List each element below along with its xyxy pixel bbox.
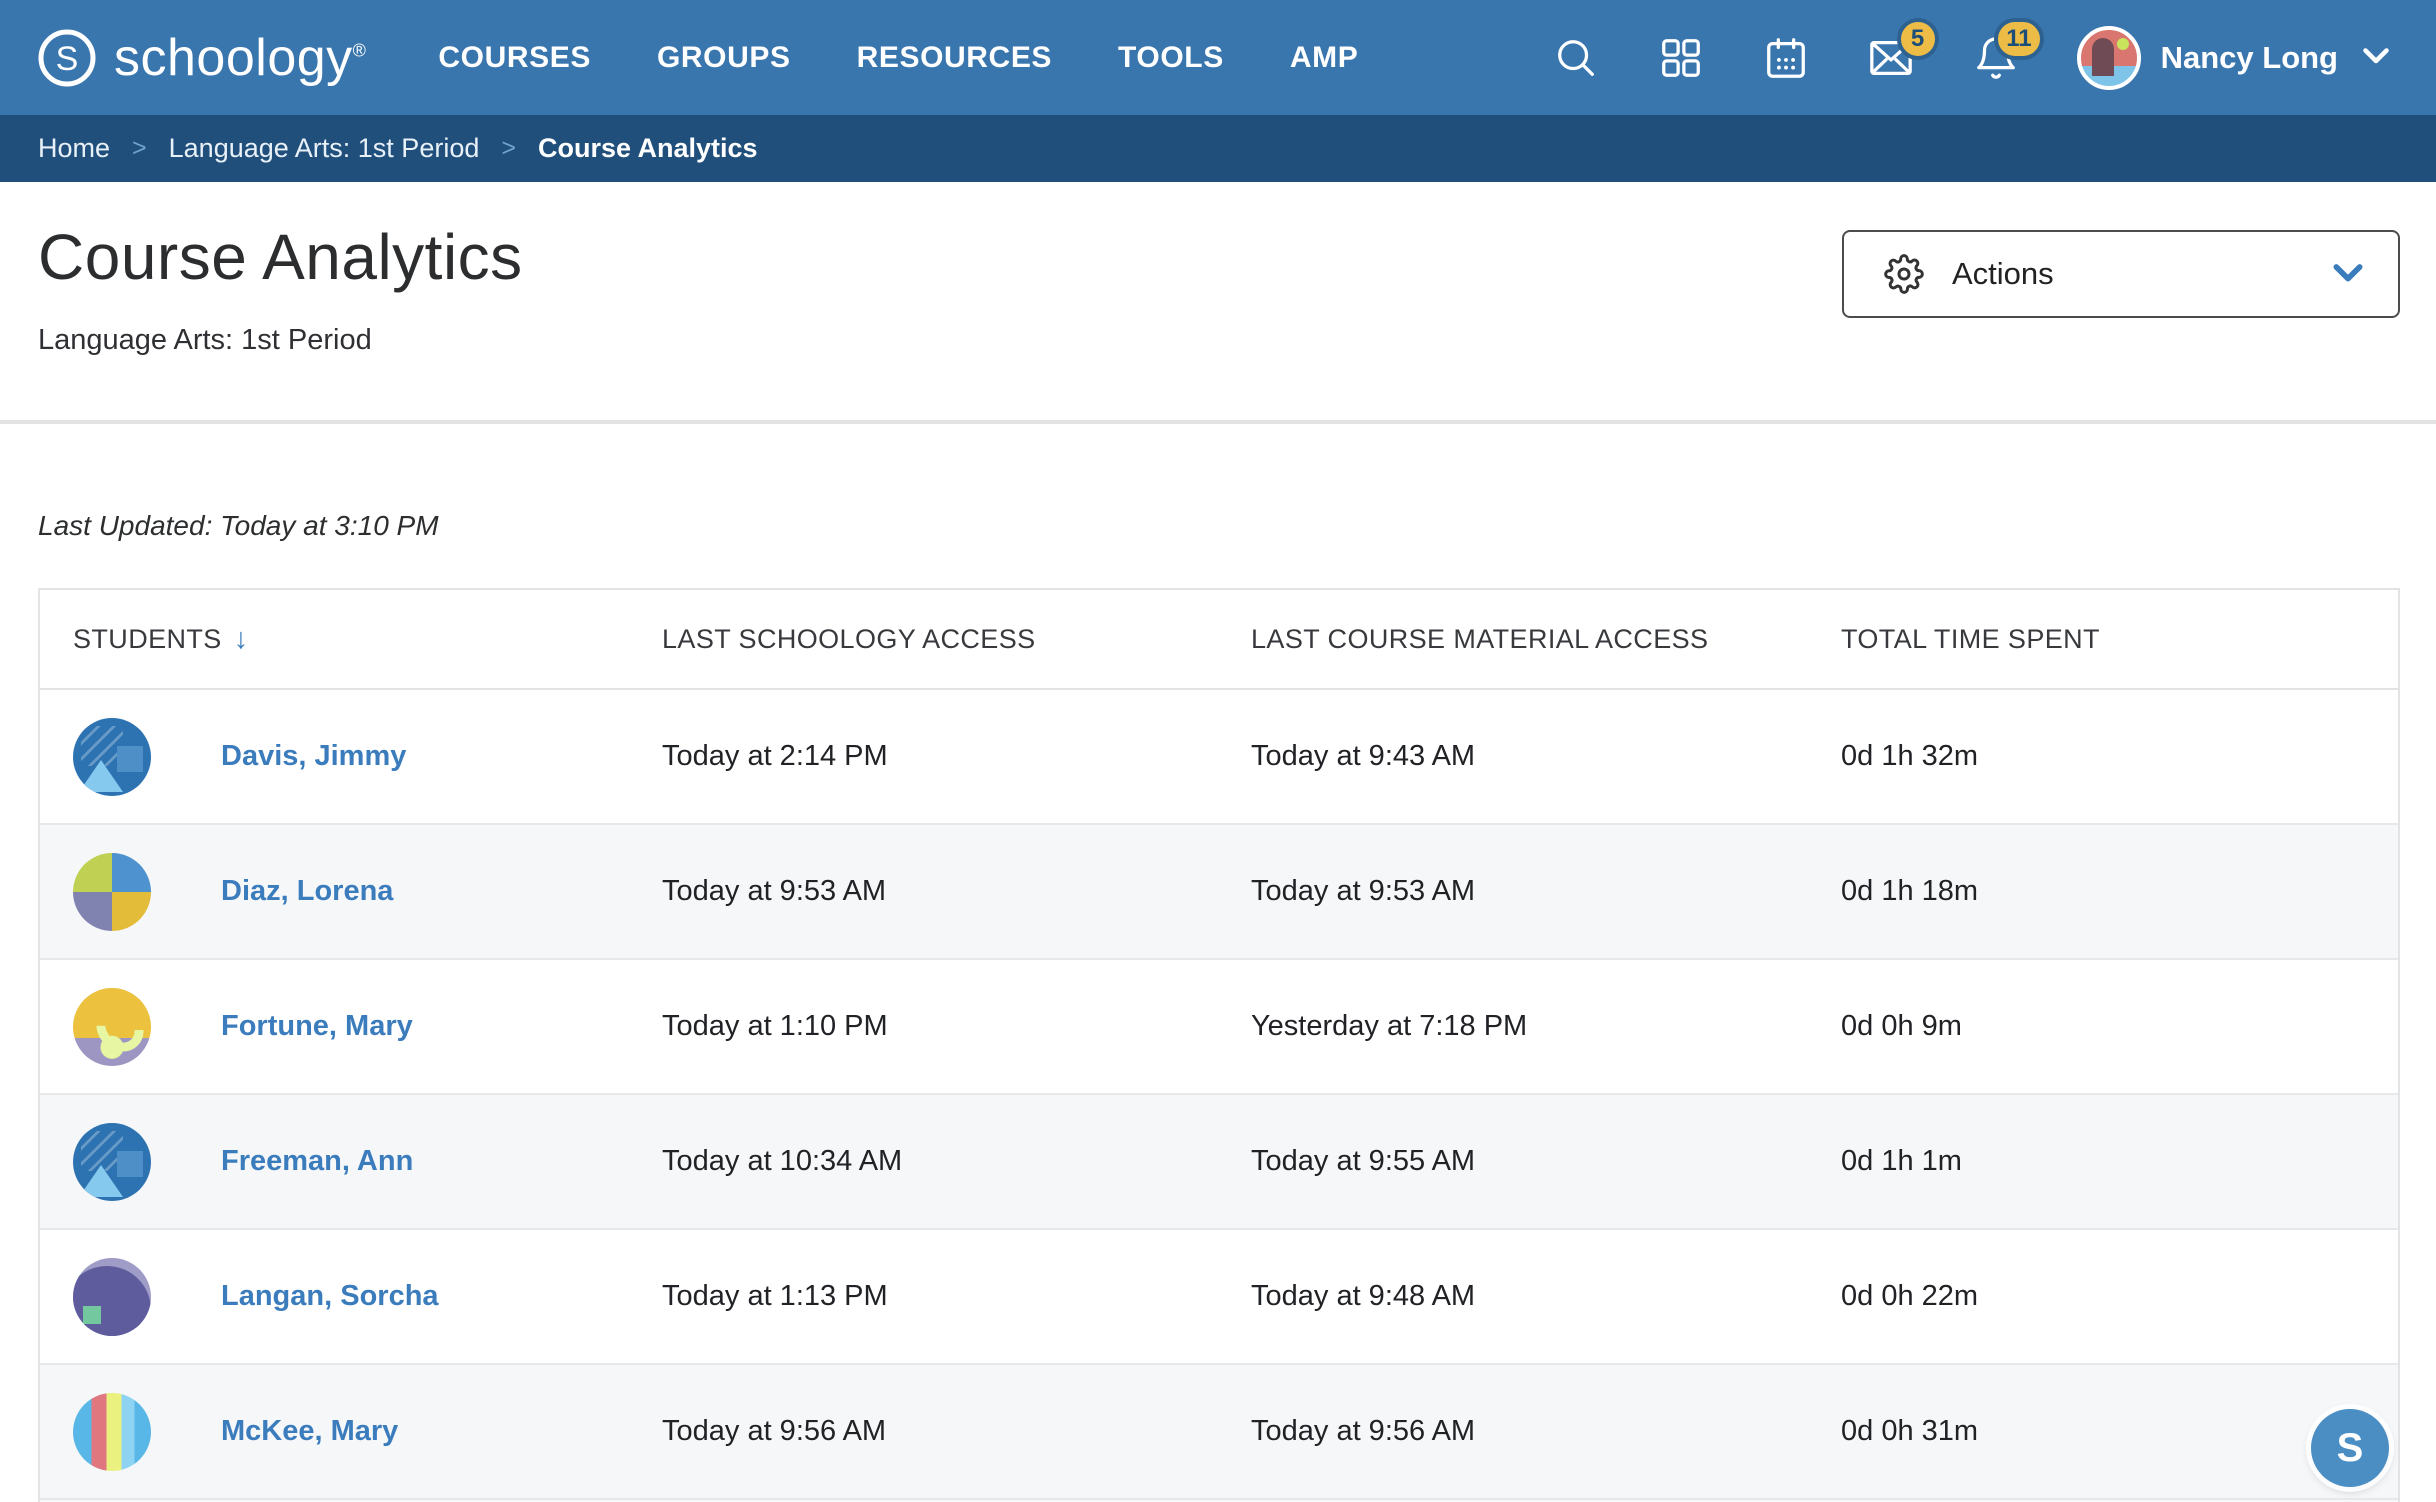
app-grid-icon[interactable] — [1657, 34, 1705, 82]
table-row: Freeman, Ann Today at 10:34 AM Today at … — [40, 1095, 2398, 1230]
breadcrumb-course[interactable]: Language Arts: 1st Period — [169, 133, 480, 164]
table-row: McKee, Mary Today at 9:56 AM Today at 9:… — [40, 1365, 2398, 1500]
student-name-link[interactable]: McKee, Mary — [221, 1415, 398, 1448]
table-header-row: STUDENTS ↓ LAST SCHOOLOGY ACCESS LAST CO… — [40, 590, 2398, 690]
last-updated-text: Last Updated: Today at 3:10 PM — [38, 510, 439, 541]
last-course-material-access-value: Yesterday at 7:18 PM — [1251, 1010, 1528, 1042]
last-schoology-access-value: Today at 2:14 PM — [662, 740, 888, 772]
search-icon[interactable] — [1552, 34, 1600, 82]
nav-utilities: 5 11 Nancy Long — [1552, 17, 2394, 90]
breadcrumb-home[interactable]: Home — [38, 133, 110, 164]
schoology-s-icon: S — [38, 29, 96, 86]
last-course-material-access-value: Today at 9:48 AM — [1251, 1280, 1476, 1312]
student-avatar — [73, 1392, 151, 1471]
brand-name: schoology® — [114, 28, 367, 87]
course-analytics-table: STUDENTS ↓ LAST SCHOOLOGY ACCESS LAST CO… — [38, 588, 2400, 1502]
messages-icon[interactable]: 5 — [1867, 17, 1939, 82]
nav-item-resources[interactable]: RESOURCES — [857, 41, 1052, 75]
header-divider — [0, 420, 2436, 424]
main-content: Last Updated: Today at 3:10 PM STUDENTS … — [0, 510, 2436, 1502]
total-time-spent-value: 0d 1h 18m — [1841, 875, 1979, 907]
breadcrumb-current-page: Course Analytics — [537, 133, 758, 163]
total-time-spent-value: 0d 1h 32m — [1841, 740, 1979, 772]
student-name-link[interactable]: Diaz, Lorena — [221, 875, 393, 908]
svg-text:S: S — [56, 40, 79, 78]
student-name-link[interactable]: Freeman, Ann — [221, 1145, 413, 1178]
nav-item-courses[interactable]: COURSES — [438, 41, 591, 75]
actions-button[interactable]: Actions — [1842, 230, 2400, 318]
breadcrumb-separator-icon: > — [501, 134, 516, 162]
column-header-total-time-spent[interactable]: TOTAL TIME SPENT — [1839, 624, 2398, 655]
last-schoology-access-value: Today at 9:53 AM — [662, 875, 887, 907]
nav-item-amp[interactable]: AMP — [1290, 41, 1358, 75]
top-navigation-bar: S schoology® COURSES GROUPS RESOURCES TO… — [0, 0, 2436, 115]
student-avatar — [73, 1257, 151, 1336]
last-course-material-access-value: Today at 9:43 AM — [1251, 740, 1476, 772]
chevron-down-icon — [2328, 252, 2368, 297]
support-float-button[interactable]: S — [2311, 1409, 2389, 1487]
page-subtitle: Language Arts: 1st Period — [38, 324, 372, 356]
last-schoology-access-value: Today at 1:13 PM — [662, 1280, 888, 1312]
student-avatar — [73, 1122, 151, 1201]
page-header: Course Analytics Language Arts: 1st Peri… — [0, 182, 2436, 420]
student-avatar — [73, 717, 151, 796]
last-schoology-access-value: Today at 10:34 AM — [662, 1145, 903, 1177]
last-schoology-access-value: Today at 9:56 AM — [662, 1415, 887, 1447]
student-name-link[interactable]: Langan, Sorcha — [221, 1280, 439, 1313]
user-name: Nancy Long — [2160, 39, 2338, 75]
breadcrumb: Home > Language Arts: 1st Period > Cours… — [0, 115, 2436, 182]
student-avatar — [73, 852, 151, 931]
breadcrumb-separator-icon: > — [132, 134, 147, 162]
student-name-link[interactable]: Davis, Jimmy — [221, 740, 406, 773]
table-row: Fortune, Mary Today at 1:10 PM Yesterday… — [40, 960, 2398, 1095]
student-avatar — [73, 987, 151, 1066]
last-course-material-access-value: Today at 9:53 AM — [1251, 875, 1476, 907]
chevron-down-icon — [2358, 37, 2394, 78]
last-course-material-access-value: Today at 9:56 AM — [1251, 1415, 1476, 1447]
nav-item-groups[interactable]: GROUPS — [657, 41, 791, 75]
total-time-spent-value: 0d 0h 9m — [1841, 1010, 1962, 1042]
primary-nav: COURSES GROUPS RESOURCES TOOLS AMP — [438, 41, 1358, 75]
column-header-last-course-material-access[interactable]: LAST COURSE MATERIAL ACCESS — [1249, 624, 1839, 655]
table-row: Diaz, Lorena Today at 9:53 AM Today at 9… — [40, 825, 2398, 960]
total-time-spent-value: 0d 1h 1m — [1841, 1145, 1962, 1177]
column-header-students[interactable]: STUDENTS ↓ — [40, 623, 660, 656]
notifications-bell-icon[interactable]: 11 — [1972, 17, 2044, 82]
trademark: ® — [352, 40, 367, 61]
calendar-icon[interactable] — [1762, 34, 1810, 82]
gear-icon — [1884, 254, 1924, 294]
last-schoology-access-value: Today at 1:10 PM — [662, 1010, 888, 1042]
last-course-material-access-value: Today at 9:55 AM — [1251, 1145, 1476, 1177]
user-menu[interactable]: Nancy Long — [2076, 25, 2394, 90]
notifications-badge: 11 — [1994, 17, 2044, 60]
nav-item-tools[interactable]: TOOLS — [1118, 41, 1224, 75]
table-row: Langan, Sorcha Today at 1:13 PM Today at… — [40, 1230, 2398, 1365]
student-name-link[interactable]: Fortune, Mary — [221, 1010, 413, 1043]
schoology-logo[interactable]: S schoology® — [36, 27, 366, 89]
column-header-last-schoology-access[interactable]: LAST SCHOOLOGY ACCESS — [660, 624, 1249, 655]
total-time-spent-value: 0d 0h 22m — [1841, 1280, 1979, 1312]
table-row: Davis, Jimmy Today at 2:14 PM Today at 9… — [40, 690, 2398, 825]
user-avatar — [2076, 25, 2141, 90]
actions-label: Actions — [1952, 256, 2054, 291]
sort-descending-icon: ↓ — [233, 622, 249, 655]
messages-badge: 5 — [1896, 17, 1939, 60]
